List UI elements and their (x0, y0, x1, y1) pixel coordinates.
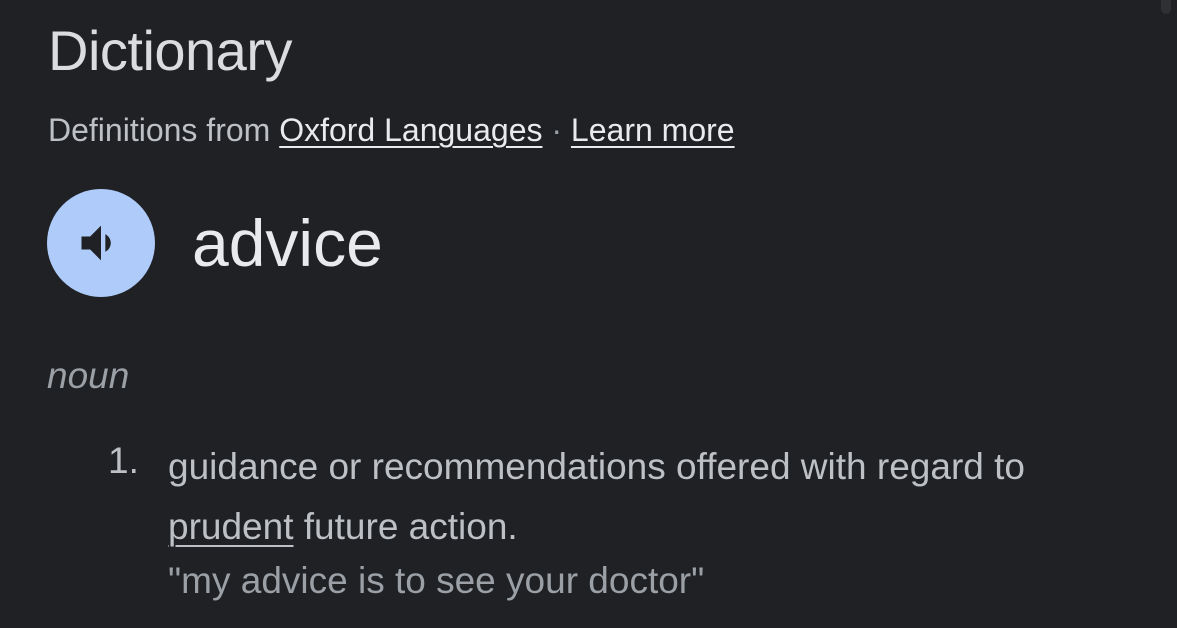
definitions-source: Definitions from Oxford Languages · Lear… (48, 110, 735, 150)
oxford-languages-link[interactable]: Oxford Languages (279, 112, 542, 148)
part-of-speech: noun (47, 355, 130, 396)
speaker-icon (81, 225, 111, 261)
separator-dot: · (551, 112, 563, 148)
headword: advice (192, 206, 383, 280)
pronunciation-audio-button[interactable] (47, 189, 155, 297)
definition-example: "my advice is to see your doctor" (168, 560, 705, 601)
definition-text-end: future action. (293, 506, 518, 547)
definition-text: guidance or recommendations offered with… (168, 437, 1128, 557)
scrollbar-thumb[interactable] (1161, 0, 1171, 14)
definition-text-start: guidance or recommendations offered with… (168, 446, 1025, 487)
prudent-link[interactable]: prudent (168, 506, 294, 547)
learn-more-link[interactable]: Learn more (571, 112, 735, 148)
source-prefix: Definitions from (48, 112, 271, 148)
definition-number: 1. (108, 440, 139, 481)
dictionary-title: Dictionary (48, 19, 292, 82)
dictionary-card: Dictionary Definitions from Oxford Langu… (0, 0, 1177, 628)
